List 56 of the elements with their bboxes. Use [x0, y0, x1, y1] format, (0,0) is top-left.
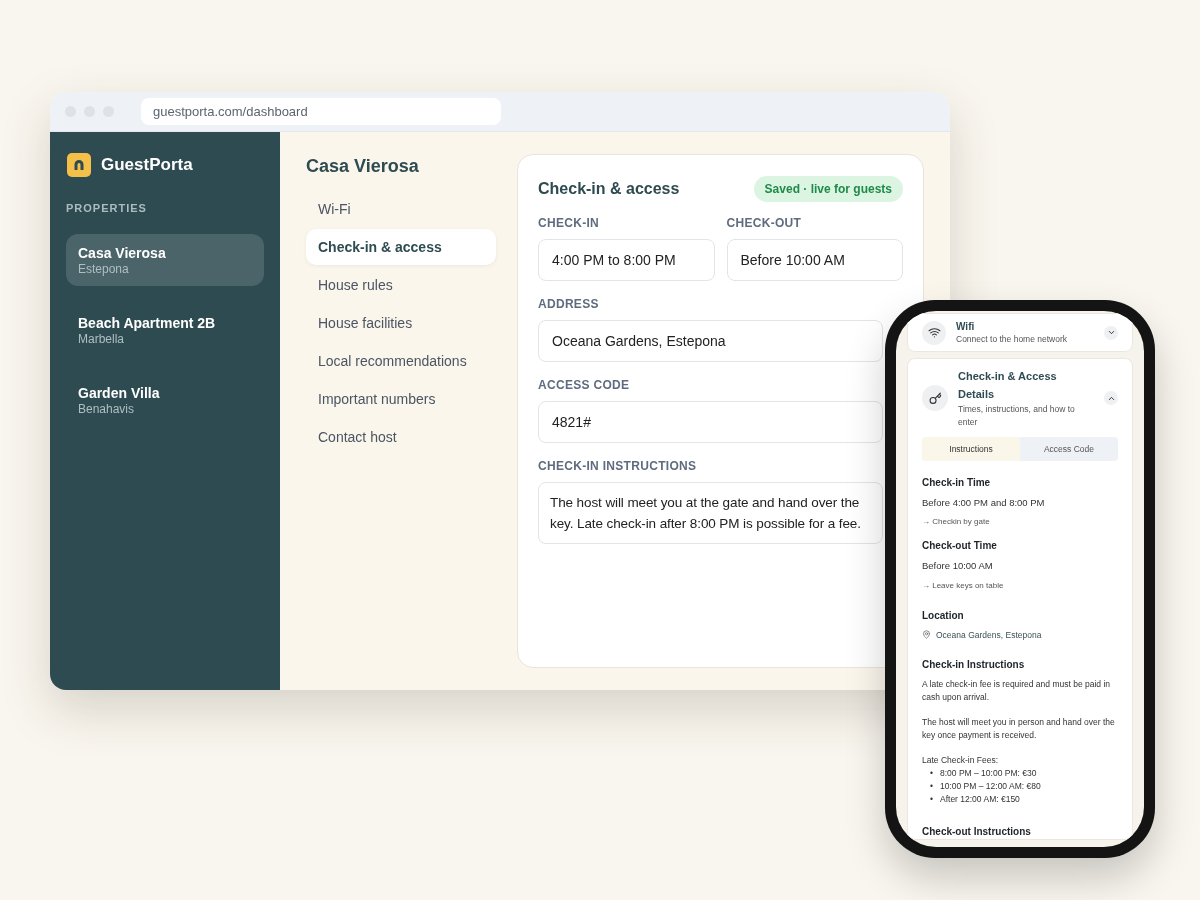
card-title: Check-in & Access Details: [958, 369, 1058, 402]
instruction-paragraph: A late check-in fee is required and must be paid in cash upon arrival.: [922, 678, 1112, 705]
card-subtitle: Connect to the home network: [956, 333, 1069, 345]
instruction-paragraph: The host will meet you in person and hand over the key once payment is received.: [922, 716, 1116, 743]
wifi-card[interactable]: Wifi Connect to the home network: [907, 313, 1133, 352]
nav-item[interactable]: Contact host: [306, 419, 496, 455]
time-value: Before 4:00 PM and 8:00 PM: [922, 496, 1046, 510]
bullet-icon: •: [930, 793, 933, 807]
nav-item[interactable]: Important numbers: [306, 381, 496, 417]
map-pin-icon: [922, 630, 931, 640]
property-item[interactable]: Beach Apartment 2B Marbella: [66, 304, 264, 356]
address-bar[interactable]: guestporta.com/dashboard: [141, 98, 501, 125]
fee-item: After 12:00 AM: €150: [940, 793, 1020, 807]
fee-item: 8:00 PM – 10:00 PM: €30: [940, 767, 1037, 781]
brand-name: GuestPorta: [101, 154, 193, 176]
input-field[interactable]: Oceana Gardens, Estepona: [538, 320, 883, 362]
card-subtitle: Times, instructions, and how to enter: [958, 403, 1076, 429]
fee-item: 10:00 PM – 12:00 AM: €80: [940, 780, 1041, 794]
field-label: CHECK-IN INSTRUCTIONS: [538, 458, 698, 475]
property-item[interactable]: Garden Villa Benahavis: [66, 374, 264, 426]
field-label: ACCESS CODE: [538, 377, 631, 394]
section-heading: Check-in Time: [922, 476, 992, 490]
field-label: CHECK-IN: [538, 215, 601, 232]
input-field[interactable]: 4821#: [538, 401, 883, 443]
property-item[interactable]: Casa Vierosa Estepona: [66, 234, 264, 286]
status-badge: Saved · live for guests: [753, 176, 903, 202]
section-heading: Check-in Instructions: [922, 658, 1026, 673]
section-heading: Check-out Instructions: [922, 825, 1032, 840]
property-title: Casa Vierosa: [306, 155, 420, 178]
nav-item[interactable]: Wi-Fi: [306, 191, 496, 227]
section-heading: Check-out Time: [922, 539, 998, 554]
bullet-icon: •: [930, 767, 933, 781]
section-label: PROPERTIES: [66, 200, 148, 216]
logo-icon: [67, 152, 91, 177]
nav-item[interactable]: House facilities: [306, 305, 496, 341]
wifi-icon: [927, 326, 941, 339]
nav-item[interactable]: Local recommendations: [306, 343, 496, 379]
tab[interactable]: Instructions: [922, 437, 1020, 461]
instructions-field[interactable]: The host will meet you at the gate and hand over the key. Late check-in after 8:00 PM is possible for a fee.: [538, 482, 883, 544]
time-value: Before 10:00 AM: [922, 559, 994, 574]
input-field[interactable]: Before 10:00 AM: [726, 239, 903, 281]
field-label: CHECK-OUT: [726, 215, 803, 232]
location-text: Oceana Gardens, Estepona: [936, 628, 1042, 642]
form-title: Check-in & access: [538, 179, 680, 199]
nav-item[interactable]: Check-in & access: [306, 229, 496, 265]
bullet-icon: •: [930, 780, 933, 794]
section-heading: Location: [922, 608, 965, 623]
tab[interactable]: Access Code: [1020, 437, 1118, 461]
time-note: → Checkin by gate: [922, 516, 991, 529]
nav-item[interactable]: House rules: [306, 267, 496, 303]
input-field[interactable]: 4:00 PM to 8:00 PM: [538, 239, 715, 281]
field-label: ADDRESS: [538, 296, 600, 313]
time-note: → Leave keys on table: [922, 579, 1005, 592]
key-icon: [928, 391, 942, 405]
fees-title: Late Check-in Fees:: [922, 754, 1000, 768]
card-title: Wifi: [956, 320, 976, 333]
